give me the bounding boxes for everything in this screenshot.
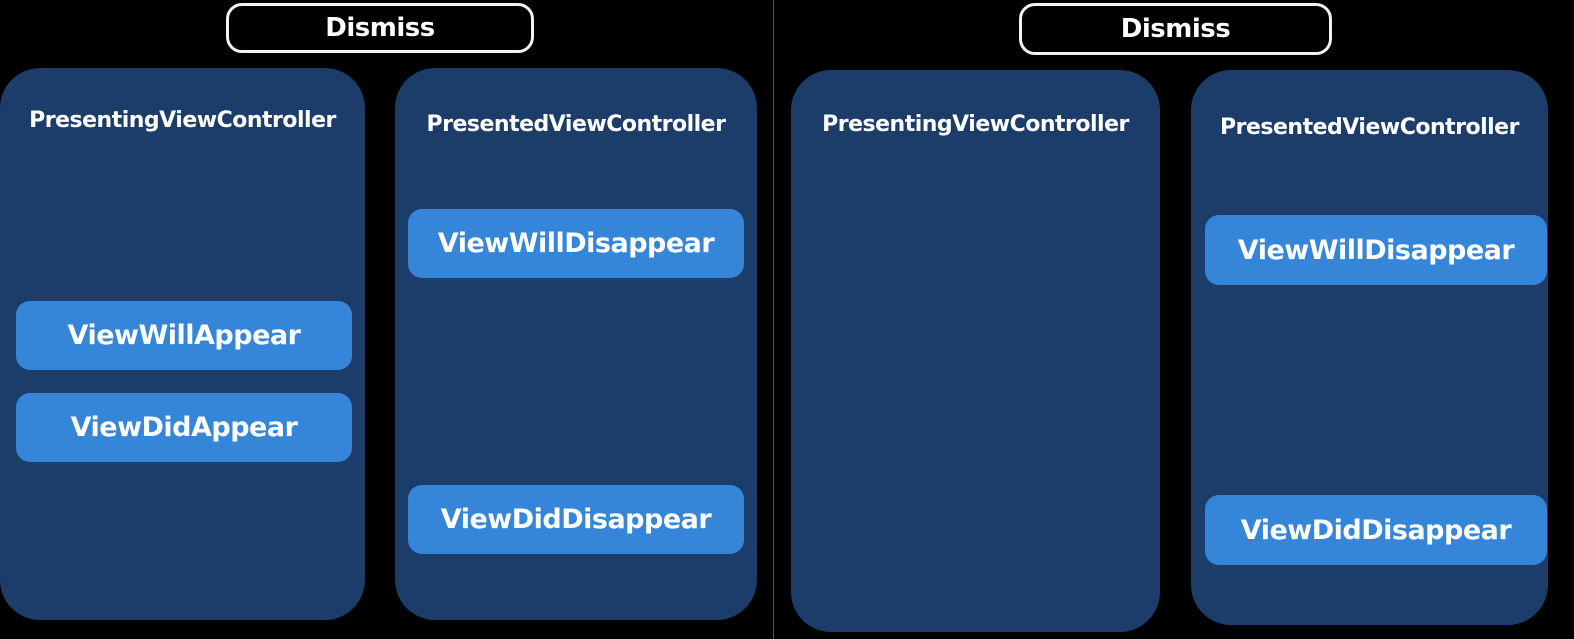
left-dismiss-button[interactable]: Dismiss	[226, 3, 534, 53]
divider	[773, 0, 774, 639]
event-view-will-appear: ViewWillAppear	[16, 301, 352, 370]
event-view-did-appear: ViewDidAppear	[16, 393, 352, 462]
panel-title: PresentingViewController	[822, 112, 1129, 137]
event-view-did-disappear: ViewDidDisappear	[408, 485, 744, 554]
dismiss-label: Dismiss	[325, 13, 435, 43]
right-dismiss-button[interactable]: Dismiss	[1019, 3, 1332, 55]
panel-title: PresentedViewController	[426, 112, 726, 137]
dismiss-label: Dismiss	[1120, 14, 1231, 44]
event-view-will-disappear: ViewWillDisappear	[408, 209, 744, 278]
panel-title: PresentedViewController	[1220, 115, 1519, 140]
panel-title: PresentingViewController	[29, 108, 336, 133]
right-presented-panel: PresentedViewController ViewWillDisappea…	[1191, 70, 1548, 625]
event-view-did-disappear: ViewDidDisappear	[1205, 495, 1547, 565]
right-presenting-panel: PresentingViewController	[791, 70, 1160, 632]
left-presenting-panel: PresentingViewController ViewWillAppear …	[0, 68, 365, 620]
left-presented-panel: PresentedViewController ViewWillDisappea…	[395, 68, 757, 620]
event-view-will-disappear: ViewWillDisappear	[1205, 215, 1547, 285]
